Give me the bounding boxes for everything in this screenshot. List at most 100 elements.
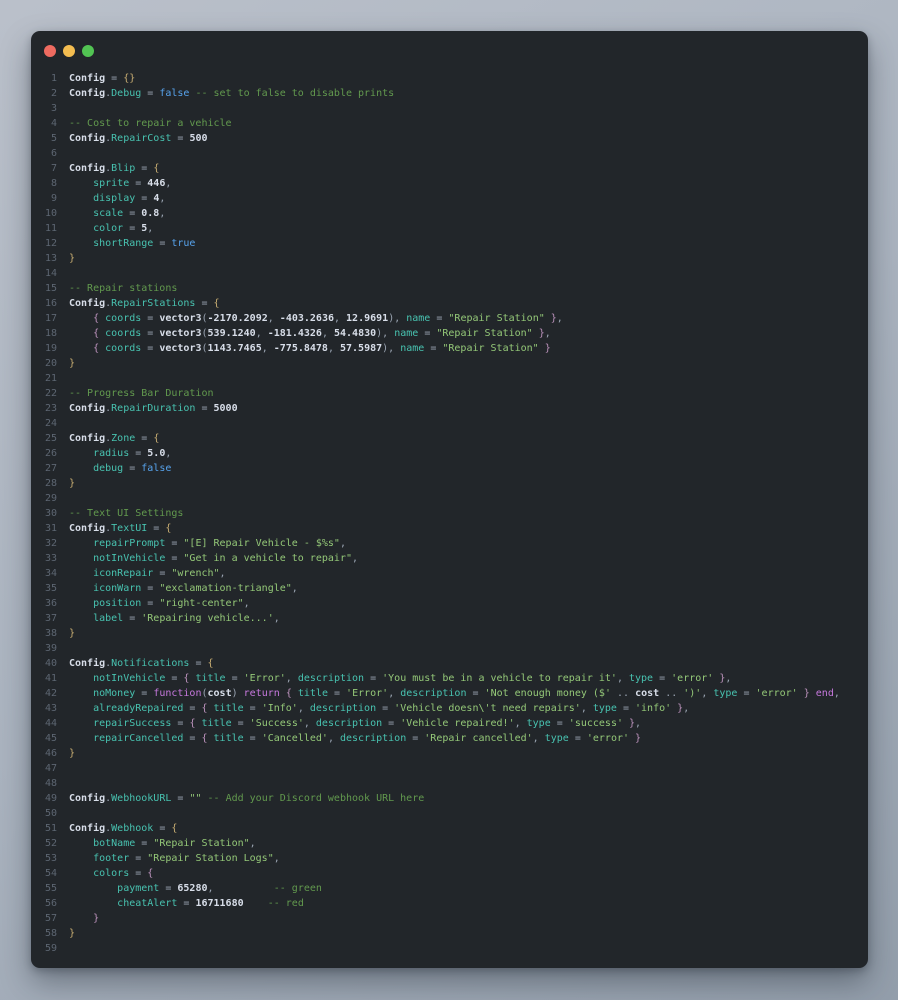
code-line: iconWarn = "exclamation-triangle", <box>69 581 868 596</box>
code-line: position = "right-center", <box>69 596 868 611</box>
line-number: 41 <box>31 671 57 686</box>
close-button[interactable] <box>44 45 56 57</box>
code-line: radius = 5.0, <box>69 446 868 461</box>
code-line: } <box>69 626 868 641</box>
maximize-button[interactable] <box>82 45 94 57</box>
code-line: } <box>69 911 868 926</box>
line-number: 53 <box>31 851 57 866</box>
code-line: { coords = vector3(1143.7465, -775.8478,… <box>69 341 868 356</box>
code-line: cheatAlert = 16711680 -- red <box>69 896 868 911</box>
line-number: 7 <box>31 161 57 176</box>
line-number: 26 <box>31 446 57 461</box>
line-number: 36 <box>31 596 57 611</box>
code-line: { coords = vector3(-2170.2092, -403.2636… <box>69 311 868 326</box>
line-number: 32 <box>31 536 57 551</box>
code-lines: Config = {}Config.Debug = false -- set t… <box>69 71 868 956</box>
line-number: 46 <box>31 746 57 761</box>
line-number: 8 <box>31 176 57 191</box>
code-line: -- Cost to repair a vehicle <box>69 116 868 131</box>
code-line: Config = {} <box>69 71 868 86</box>
line-number: 19 <box>31 341 57 356</box>
code-editor[interactable]: 1234567891011121314151617181920212223242… <box>31 71 868 966</box>
code-line <box>69 641 868 656</box>
code-line: Config.WebhookURL = "" -- Add your Disco… <box>69 791 868 806</box>
line-number: 58 <box>31 926 57 941</box>
code-line: display = 4, <box>69 191 868 206</box>
code-line: -- Text UI Settings <box>69 506 868 521</box>
code-line: shortRange = true <box>69 236 868 251</box>
code-line: } <box>69 356 868 371</box>
line-number: 6 <box>31 146 57 161</box>
gutter: 1234567891011121314151617181920212223242… <box>31 71 57 956</box>
titlebar[interactable] <box>31 31 868 71</box>
code-line: Config.RepairStations = { <box>69 296 868 311</box>
code-line <box>69 146 868 161</box>
line-number: 18 <box>31 326 57 341</box>
line-number: 43 <box>31 701 57 716</box>
line-number: 50 <box>31 806 57 821</box>
line-number: 49 <box>31 791 57 806</box>
code-line: notInVehicle = { title = 'Error', descri… <box>69 671 868 686</box>
line-number: 29 <box>31 491 57 506</box>
line-number: 30 <box>31 506 57 521</box>
line-number: 5 <box>31 131 57 146</box>
code-line: alreadyRepaired = { title = 'Info', desc… <box>69 701 868 716</box>
code-line: repairSuccess = { title = 'Success', des… <box>69 716 868 731</box>
line-number: 13 <box>31 251 57 266</box>
line-number: 44 <box>31 716 57 731</box>
line-number: 45 <box>31 731 57 746</box>
code-line <box>69 101 868 116</box>
line-number: 56 <box>31 896 57 911</box>
line-number: 52 <box>31 836 57 851</box>
line-number: 21 <box>31 371 57 386</box>
code-line: -- Progress Bar Duration <box>69 386 868 401</box>
code-line: } <box>69 746 868 761</box>
line-number: 48 <box>31 776 57 791</box>
code-line: colors = { <box>69 866 868 881</box>
code-line: label = 'Repairing vehicle...', <box>69 611 868 626</box>
code-line: Config.Zone = { <box>69 431 868 446</box>
line-number: 51 <box>31 821 57 836</box>
line-number: 39 <box>31 641 57 656</box>
line-number: 14 <box>31 266 57 281</box>
line-number: 3 <box>31 101 57 116</box>
line-number: 17 <box>31 311 57 326</box>
code-line <box>69 761 868 776</box>
code-line: } <box>69 926 868 941</box>
code-line: Config.RepairDuration = 5000 <box>69 401 868 416</box>
line-number: 12 <box>31 236 57 251</box>
code-line <box>69 266 868 281</box>
minimize-button[interactable] <box>63 45 75 57</box>
line-number: 38 <box>31 626 57 641</box>
line-number: 2 <box>31 86 57 101</box>
line-number: 22 <box>31 386 57 401</box>
code-line <box>69 491 868 506</box>
code-line: } <box>69 476 868 491</box>
code-line: Config.TextUI = { <box>69 521 868 536</box>
code-line: { coords = vector3(539.1240, -181.4326, … <box>69 326 868 341</box>
code-line: repairPrompt = "[E] Repair Vehicle - $%s… <box>69 536 868 551</box>
code-line: botName = "Repair Station", <box>69 836 868 851</box>
code-line: Config.RepairCost = 500 <box>69 131 868 146</box>
line-number: 20 <box>31 356 57 371</box>
line-number: 10 <box>31 206 57 221</box>
line-number: 54 <box>31 866 57 881</box>
code-line: repairCancelled = { title = 'Cancelled',… <box>69 731 868 746</box>
line-number: 16 <box>31 296 57 311</box>
code-line: scale = 0.8, <box>69 206 868 221</box>
code-line: } <box>69 251 868 266</box>
line-number: 24 <box>31 416 57 431</box>
code-line: notInVehicle = "Get in a vehicle to repa… <box>69 551 868 566</box>
line-number: 27 <box>31 461 57 476</box>
line-number: 28 <box>31 476 57 491</box>
code-line: color = 5, <box>69 221 868 236</box>
code-line: iconRepair = "wrench", <box>69 566 868 581</box>
code-line: debug = false <box>69 461 868 476</box>
line-number: 15 <box>31 281 57 296</box>
line-number: 47 <box>31 761 57 776</box>
code-line <box>69 416 868 431</box>
line-number: 1 <box>31 71 57 86</box>
code-line: Config.Webhook = { <box>69 821 868 836</box>
line-number: 57 <box>31 911 57 926</box>
line-number: 34 <box>31 566 57 581</box>
